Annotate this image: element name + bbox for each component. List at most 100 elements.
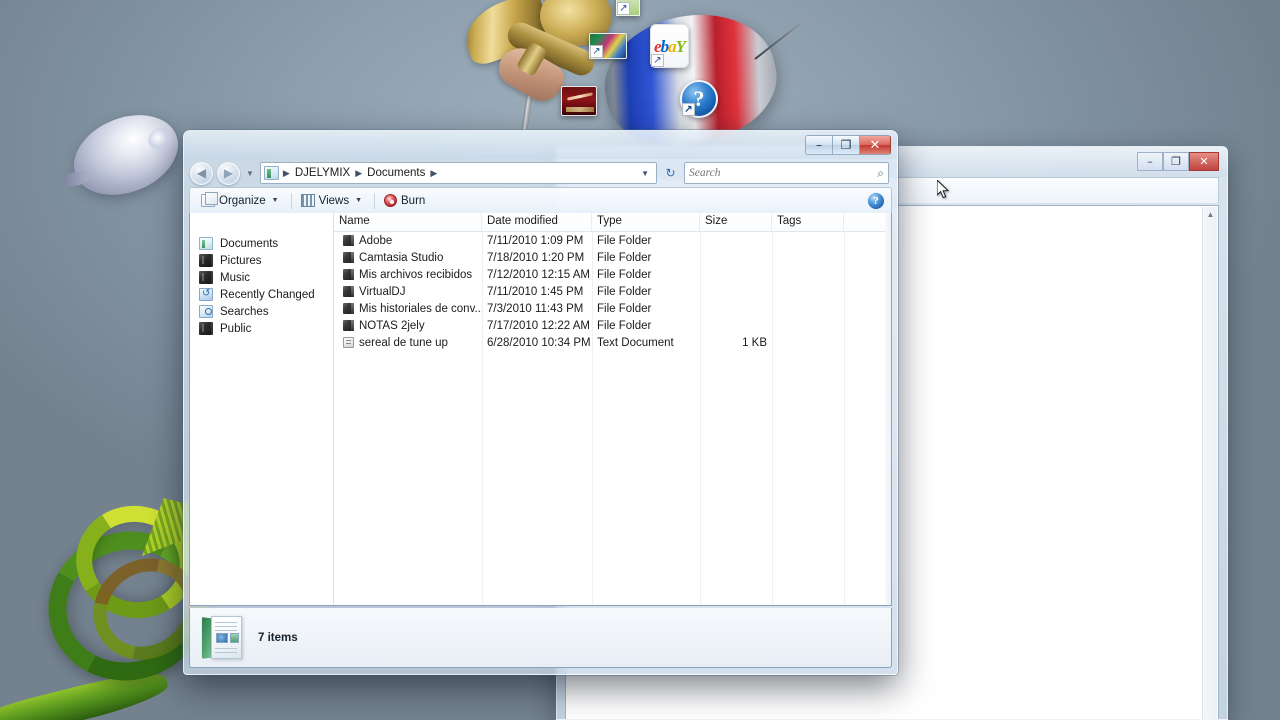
cell-name: Mis historiales de conv... bbox=[334, 303, 482, 315]
cell-date-modified: 7/12/2010 12:15 AM bbox=[487, 268, 590, 281]
shortcut-arrow-icon: ↗ bbox=[651, 54, 664, 67]
sidebar-item-recently-changed[interactable]: Recently Changed bbox=[190, 286, 333, 303]
pictures-folder-icon bbox=[199, 254, 213, 267]
table-row[interactable]: Mis archivos recibidos 7/12/2010 12:15 AM… bbox=[334, 266, 891, 283]
organize-button[interactable]: Organize ▼ bbox=[196, 191, 287, 211]
cell-type: File Folder bbox=[597, 234, 652, 247]
music-folder-icon bbox=[199, 271, 213, 284]
folder-icon bbox=[343, 320, 354, 331]
public-folder-icon bbox=[199, 322, 213, 335]
burn-icon bbox=[384, 194, 398, 207]
column-header-type[interactable]: Type bbox=[592, 213, 700, 231]
sidebar-label-music: Music bbox=[220, 271, 251, 284]
address-dropdown-caret-icon[interactable]: ▼ bbox=[636, 169, 654, 178]
table-row[interactable]: sereal de tune up 6/28/2010 10:34 PM Text … bbox=[334, 334, 891, 351]
views-button[interactable]: Views ▼ bbox=[296, 191, 370, 211]
breadcrumb-djelymix[interactable]: DJELYMIX bbox=[292, 166, 353, 180]
file-list-scrollbar[interactable] bbox=[885, 213, 891, 605]
breadcrumb-separator-icon[interactable]: ▶ bbox=[354, 168, 363, 179]
file-name-label: Camtasia Studio bbox=[359, 251, 444, 264]
background-maximize-button[interactable]: ❐ bbox=[1163, 152, 1189, 171]
column-header-date-modified[interactable]: Date modified bbox=[482, 213, 592, 231]
folder-icon bbox=[343, 235, 354, 246]
cell-type: File Folder bbox=[597, 251, 652, 264]
explorer-content: Documents Pictures Music Recently Change… bbox=[189, 213, 892, 606]
forward-button[interactable]: ▶ bbox=[217, 161, 240, 185]
decor-streak-2 bbox=[566, 107, 594, 112]
address-folder-icon bbox=[263, 166, 279, 180]
cell-name: Adobe bbox=[334, 235, 482, 247]
breadcrumb-root-caret-icon[interactable]: ▶ bbox=[282, 168, 291, 179]
background-window-controls: – ❐ ✕ bbox=[1137, 152, 1219, 171]
item-count-label: 7 items bbox=[258, 631, 298, 644]
preview-line-5 bbox=[215, 651, 237, 654]
cell-name: VirtualDJ bbox=[334, 286, 482, 298]
column-header-tags[interactable]: Tags bbox=[772, 213, 844, 231]
sidebar-item-documents[interactable]: Documents bbox=[190, 235, 333, 252]
file-name-label: Mis archivos recibidos bbox=[359, 268, 473, 281]
sidebar-label-recently-changed: Recently Changed bbox=[220, 288, 315, 301]
column-header-row: Name Date modified Type Size Tags bbox=[334, 213, 891, 232]
close-button[interactable]: ✕ bbox=[859, 135, 891, 155]
document-preview-page bbox=[211, 615, 242, 659]
sidebar-item-pictures[interactable]: Pictures bbox=[190, 252, 333, 269]
back-button[interactable]: ◀ bbox=[190, 161, 213, 185]
organize-icon bbox=[201, 192, 218, 207]
table-row[interactable]: VirtualDJ 7/11/2010 1:45 PM File Folder bbox=[334, 283, 891, 300]
shortcut-arrow-icon: ↗ bbox=[617, 2, 630, 15]
table-row[interactable]: Camtasia Studio 7/18/2010 1:20 PM File Fol… bbox=[334, 249, 891, 266]
address-bar[interactable]: ▶ DJELYMIX ▶ Documents ▶ ▼ bbox=[259, 162, 657, 184]
sidebar-item-music[interactable]: Music bbox=[190, 269, 333, 286]
sidebar-item-public[interactable]: Public bbox=[190, 320, 333, 337]
ebay-logo-text: ebaY bbox=[654, 36, 686, 56]
red-video-shortcut-icon[interactable] bbox=[561, 86, 597, 116]
desktop-shortcut-top[interactable]: ↗ bbox=[616, 0, 640, 16]
folder-icon bbox=[343, 252, 354, 263]
background-minimize-button[interactable]: – bbox=[1137, 152, 1163, 171]
cell-date-modified: 7/17/2010 12:22 AM bbox=[487, 319, 590, 332]
cell-type: Text Document bbox=[597, 336, 674, 349]
organize-label: Organize bbox=[219, 194, 266, 207]
refresh-icon[interactable]: ↻ bbox=[661, 163, 680, 183]
search-icon[interactable]: ⌕ bbox=[877, 166, 884, 181]
sidebar-label-pictures: Pictures bbox=[220, 254, 262, 267]
search-input[interactable] bbox=[689, 167, 878, 179]
column-header-size[interactable]: Size bbox=[700, 213, 772, 231]
column-header-name[interactable]: Name bbox=[334, 213, 482, 231]
file-name-label: NOTAS 2jely bbox=[359, 319, 425, 332]
search-box[interactable]: ⌕ bbox=[684, 162, 889, 184]
explorer-window[interactable]: – ❐ ✕ ◀ ▶ ▼ ▶ DJELYMIX ▶ Documents ▶ ▼ ↻… bbox=[183, 130, 898, 675]
table-row[interactable]: Mis historiales de conv... 7/3/2010 11:43… bbox=[334, 300, 891, 317]
cell-date-modified: 7/11/2010 1:45 PM bbox=[487, 285, 584, 298]
text-file-icon bbox=[343, 337, 354, 348]
ebay-shortcut-icon[interactable]: ebaY ↗ bbox=[650, 24, 689, 68]
media-thumbnail-shortcut-icon[interactable]: ↗ bbox=[589, 33, 627, 59]
cell-type: File Folder bbox=[597, 268, 652, 281]
file-rows: Adobe 7/11/2010 1:09 PM File Folder Camtasi… bbox=[334, 232, 891, 351]
preview-line-4 bbox=[215, 647, 237, 650]
sidebar-label-documents: Documents bbox=[220, 237, 279, 250]
cell-type: File Folder bbox=[597, 285, 652, 298]
table-row[interactable]: Adobe 7/11/2010 1:09 PM File Folder bbox=[334, 232, 891, 249]
help-shortcut-icon[interactable]: ? ↗ bbox=[680, 80, 718, 118]
breadcrumb-documents[interactable]: Documents bbox=[364, 166, 428, 180]
burn-button[interactable]: Burn bbox=[379, 191, 433, 211]
file-list-pane[interactable]: Name Date modified Type Size Tags Adobe 7… bbox=[334, 213, 891, 605]
column-header-spacer[interactable] bbox=[844, 213, 891, 231]
background-window-scrollbar[interactable]: ▲ bbox=[1202, 207, 1217, 719]
background-close-button[interactable]: ✕ bbox=[1189, 152, 1219, 171]
preview-line-3 bbox=[215, 629, 237, 632]
minimize-button[interactable]: – bbox=[805, 135, 832, 155]
document-folder-icon bbox=[199, 237, 213, 250]
sidebar-item-searches[interactable]: Searches bbox=[190, 303, 333, 320]
shortcut-arrow-icon: ↗ bbox=[590, 45, 603, 58]
maximize-button[interactable]: ❐ bbox=[832, 135, 859, 155]
explorer-titlebar[interactable]: – ❐ ✕ bbox=[184, 131, 897, 159]
help-button[interactable]: ? bbox=[867, 191, 885, 210]
views-label: Views bbox=[318, 194, 350, 207]
scroll-up-arrow-icon[interactable]: ▲ bbox=[1203, 207, 1218, 222]
breadcrumb-trailing-caret-icon[interactable]: ▶ bbox=[429, 168, 438, 179]
recent-pages-caret-icon[interactable]: ▼ bbox=[244, 169, 256, 178]
question-mark-glyph: ? bbox=[693, 86, 705, 111]
table-row[interactable]: NOTAS 2jely 7/17/2010 12:22 AM File Folder bbox=[334, 317, 891, 334]
